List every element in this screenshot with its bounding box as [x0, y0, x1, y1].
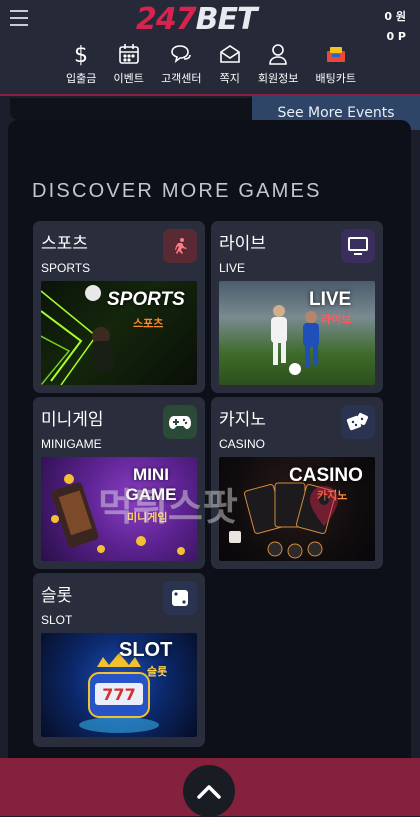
bet-cart-icon: [324, 42, 348, 66]
logo-number: 247: [136, 2, 197, 37]
minigame-banner-image: MINI GAME 미니게임: [41, 457, 197, 561]
banner-subtitle: 미니게임: [127, 511, 168, 524]
banner-title: MINI GAME: [125, 465, 177, 504]
section-title: DISCOVER MORE GAMES: [32, 180, 322, 202]
mail-icon: [219, 42, 241, 66]
dollar-icon: $: [71, 42, 91, 66]
logo-text: BET: [195, 2, 258, 37]
monitor-icon: [341, 229, 375, 263]
scroll-to-top-button[interactable]: [183, 765, 235, 817]
nav-customer-center[interactable]: 고객센터: [161, 42, 202, 88]
svg-text:777: 777: [102, 685, 135, 704]
card-subtitle: CASINO: [219, 437, 266, 451]
card-subtitle: SPORTS: [41, 261, 91, 275]
game-card-minigame[interactable]: 미니게임 MINIGAME MINI GAME 미니게임: [33, 397, 205, 569]
banner-title: SLOT: [119, 639, 173, 661]
running-icon: [163, 229, 197, 263]
money-balance: 0 원: [384, 10, 406, 23]
game-card-live[interactable]: 라이브 LIVE LIVE 라이브: [211, 221, 383, 393]
banner-title: LIVE: [309, 289, 352, 310]
nav-label: 고객센터: [161, 72, 202, 85]
calendar-icon: [118, 42, 140, 66]
die-icon: [163, 581, 197, 615]
slot-banner-image: 777 SLOT 슬롯: [41, 633, 197, 737]
banner-subtitle: 카지노: [317, 489, 348, 502]
nav-events[interactable]: 이벤트: [114, 42, 144, 88]
banner-subtitle: 슬롯: [147, 665, 168, 678]
casino-banner-image: CASINO 카지노: [219, 457, 375, 561]
game-card-sports[interactable]: 스포츠 SPORTS SPORTS 스포츠: [33, 221, 205, 393]
nav-label: 쪽지: [219, 72, 240, 85]
menu-icon[interactable]: [10, 10, 28, 26]
nav-label: 배팅카트: [315, 72, 356, 85]
site-logo[interactable]: 247BET: [136, 2, 258, 37]
chevron-up-icon: [197, 785, 221, 799]
card-title: 미니게임: [41, 410, 104, 430]
nav-label: 이벤트: [113, 72, 144, 85]
card-title: 슬롯: [41, 586, 73, 606]
games-panel: DISCOVER MORE GAMES 스포츠 SPORTS SPORTS 스포…: [8, 120, 411, 760]
chat-icon: [169, 42, 193, 66]
card-title: 스포츠: [41, 234, 88, 254]
gamepad-icon: [163, 405, 197, 439]
banner-title: SPORTS: [107, 289, 185, 310]
game-card-casino[interactable]: 카지노 CASINO CASINO 카지노: [211, 397, 383, 569]
nav-label: 회원정보: [257, 72, 299, 85]
card-subtitle: SLOT: [41, 613, 73, 627]
banner-subtitle: 스포츠: [133, 317, 164, 330]
nav-deposit-withdraw[interactable]: $ 입출금: [66, 42, 96, 88]
nav-messages[interactable]: 쪽지: [219, 42, 241, 88]
nav-label: 입출금: [66, 72, 97, 85]
svg-text:$: $: [74, 43, 88, 66]
live-banner-image: LIVE 라이브: [219, 281, 375, 385]
banner-subtitle: 라이브: [321, 313, 352, 326]
card-title: 카지노: [219, 410, 266, 430]
banner-title: CASINO: [289, 465, 363, 486]
game-card-slot[interactable]: 슬롯 SLOT 777 SLOT 슬롯: [33, 573, 205, 747]
card-subtitle: MINIGAME: [41, 437, 102, 451]
card-subtitle: LIVE: [219, 261, 246, 275]
balance-box: 0 원 0 P: [384, 7, 406, 47]
main-content: See More Events DISCOVER MORE GAMES 스포츠 …: [0, 96, 420, 760]
sports-banner-image: SPORTS 스포츠: [41, 281, 197, 385]
point-balance: 0 P: [386, 30, 406, 43]
nav-member-info[interactable]: 회원정보: [258, 42, 298, 88]
nav-bet-cart[interactable]: 배팅카트: [316, 42, 356, 88]
top-header: 247BET 0 원 0 P $ 입출금 이벤트 고객센터 쪽지 회원정보 배팅…: [0, 0, 420, 96]
card-title: 라이브: [219, 234, 266, 254]
dice-icon: [341, 405, 375, 439]
main-nav: $ 입출금 이벤트 고객센터 쪽지 회원정보 배팅카트: [66, 42, 356, 88]
user-icon: [268, 42, 288, 66]
